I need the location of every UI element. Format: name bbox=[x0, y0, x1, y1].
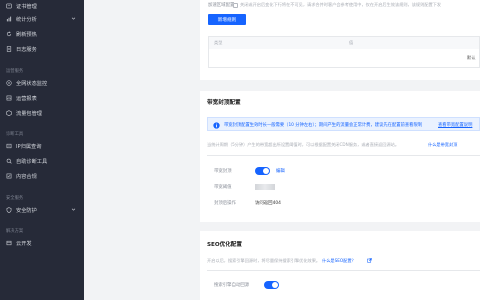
table-header-value: 值 bbox=[349, 40, 354, 45]
sidebar-group-solution: 解决方案 bbox=[6, 229, 24, 234]
field-value-action: 访问返回404 bbox=[255, 201, 281, 206]
add-rule-button[interactable]: 新增规则 bbox=[208, 14, 246, 25]
cloud-icon bbox=[6, 240, 12, 246]
sidebar-group-ops: 运营服务 bbox=[6, 69, 24, 74]
sidebar-item-label: 运营报表 bbox=[16, 95, 37, 102]
toggle-off[interactable] bbox=[233, 2, 238, 8]
sidebar: 证书管理 统计分析 刷新预热 日志服务 运营服务 全网状态监控 运营报表 流量包… bbox=[0, 0, 84, 300]
sidebar-item-compliance[interactable]: 内容合规 bbox=[0, 170, 84, 182]
chevron-down-icon bbox=[71, 207, 76, 214]
divider bbox=[207, 155, 480, 156]
diagnose-icon bbox=[6, 158, 12, 164]
section-desc: 开启以后，搜索引擎回源时，将尽量保持搜索引擎优化效果。 bbox=[207, 258, 321, 263]
field-label-seo: 搜索引擎自动回源 bbox=[214, 283, 250, 288]
sidebar-item-security[interactable]: 安全防护 bbox=[0, 204, 84, 216]
sidebar-item-label: IP归属查询 bbox=[16, 143, 42, 150]
table-header-type: 类型 bbox=[214, 40, 223, 45]
bandwidth-cap-toggle[interactable] bbox=[255, 167, 270, 175]
rules-table: 类型 值 默认 bbox=[208, 36, 480, 68]
sidebar-item-monitor[interactable]: 全网状态监控 bbox=[0, 77, 84, 89]
seo-toggle[interactable] bbox=[264, 281, 279, 289]
help-link[interactable]: 什么是SEO配置？ bbox=[322, 258, 356, 264]
divider bbox=[207, 270, 480, 271]
sidebar-item-label: 流量包管理 bbox=[16, 110, 42, 117]
info-link[interactable]: 查看带宽配置说明 bbox=[438, 122, 472, 128]
chevron-down-icon bbox=[71, 16, 76, 23]
sidebar-item-cloud[interactable]: 云开发 bbox=[0, 237, 84, 249]
section-title: SEO优化配置 bbox=[207, 242, 242, 248]
sidebar-group-diag: 诊断工具 bbox=[6, 132, 24, 137]
sidebar-item-label: 证书管理 bbox=[16, 3, 37, 10]
certificate-icon bbox=[6, 3, 12, 9]
package-icon bbox=[6, 110, 12, 116]
shield-icon bbox=[6, 207, 12, 213]
ip-search-icon bbox=[6, 143, 12, 149]
sidebar-item-label: 安全防护 bbox=[16, 207, 37, 214]
section-desc: 当统计周期（5分钟）产生的带宽超出所设置阈值时，可以根据配置关闭CDN服务，或者… bbox=[207, 142, 400, 147]
sidebar-item-refresh[interactable]: 刷新预热 bbox=[0, 28, 84, 40]
edit-link[interactable]: 编辑 bbox=[276, 168, 285, 174]
sidebar-item-label: 自助诊断工具 bbox=[16, 158, 48, 165]
section-title: 带宽封顶配置 bbox=[207, 100, 241, 106]
external-link-icon bbox=[367, 258, 372, 265]
access-config-card: 加速区域配置 关闭或开启后变化下行将在不可见，请求合并时客户会参考使用中，仅在开… bbox=[200, 0, 480, 80]
sidebar-item-label: 刷新预热 bbox=[16, 31, 37, 38]
info-icon bbox=[213, 121, 220, 131]
row-desc: 关闭或开启后变化下行将在不可见，请求合并时客户会参考使用中，仅在开启后生效该规则… bbox=[240, 2, 442, 7]
info-text: 带宽封顶配置生效时长一般需要（10 分钟左右）；期间产生的流量会正常计费，建议先… bbox=[224, 123, 423, 128]
sidebar-group-security: 安全服务 bbox=[6, 196, 24, 201]
help-link[interactable]: 什么是带宽封顶 bbox=[428, 142, 457, 148]
compliance-icon bbox=[6, 173, 12, 179]
row-label: 加速区域配置 bbox=[208, 3, 235, 8]
sidebar-item-diagnose[interactable]: 自助诊断工具 bbox=[0, 155, 84, 167]
sidebar-item-cert[interactable]: 证书管理 bbox=[0, 0, 84, 12]
bandwidth-cap-card: 带宽封顶配置 带宽封顶配置生效时长一般需要（10 分钟左右）；期间产生的流量会正… bbox=[200, 91, 480, 222]
monitor-icon bbox=[6, 80, 12, 86]
sidebar-item-report[interactable]: 运营报表 bbox=[0, 92, 84, 104]
info-banner: 带宽封顶配置生效时长一般需要（10 分钟左右）；期间产生的流量会正常计费，建议先… bbox=[207, 117, 480, 131]
log-icon bbox=[6, 46, 12, 52]
field-label-action: 封顶后操作 bbox=[214, 201, 236, 206]
sidebar-item-stats[interactable]: 统计分析 bbox=[0, 13, 84, 25]
sidebar-item-label: 全网状态监控 bbox=[16, 80, 48, 87]
report-icon bbox=[6, 95, 12, 101]
sidebar-item-label: 统计分析 bbox=[16, 16, 37, 23]
field-label-cap: 带宽封顶 bbox=[214, 169, 232, 174]
threshold-value-redacted bbox=[255, 184, 275, 190]
chart-icon bbox=[6, 16, 12, 22]
sidebar-item-label: 云开发 bbox=[16, 240, 32, 247]
table-header bbox=[209, 37, 479, 49]
refresh-icon bbox=[6, 31, 12, 37]
sidebar-item-label: 日志服务 bbox=[16, 46, 37, 53]
field-label-threshold: 带宽阈值 bbox=[214, 185, 232, 190]
sidebar-item-package[interactable]: 流量包管理 bbox=[0, 107, 84, 119]
table-cell: 默认 bbox=[467, 55, 476, 60]
sidebar-item-logs[interactable]: 日志服务 bbox=[0, 43, 84, 55]
sidebar-item-ip[interactable]: IP归属查询 bbox=[0, 140, 84, 152]
seo-config-card: SEO优化配置 开启以后，搜索引擎回源时，将尽量保持搜索引擎优化效果。 什么是S… bbox=[200, 231, 480, 300]
sidebar-item-label: 内容合规 bbox=[16, 173, 37, 180]
